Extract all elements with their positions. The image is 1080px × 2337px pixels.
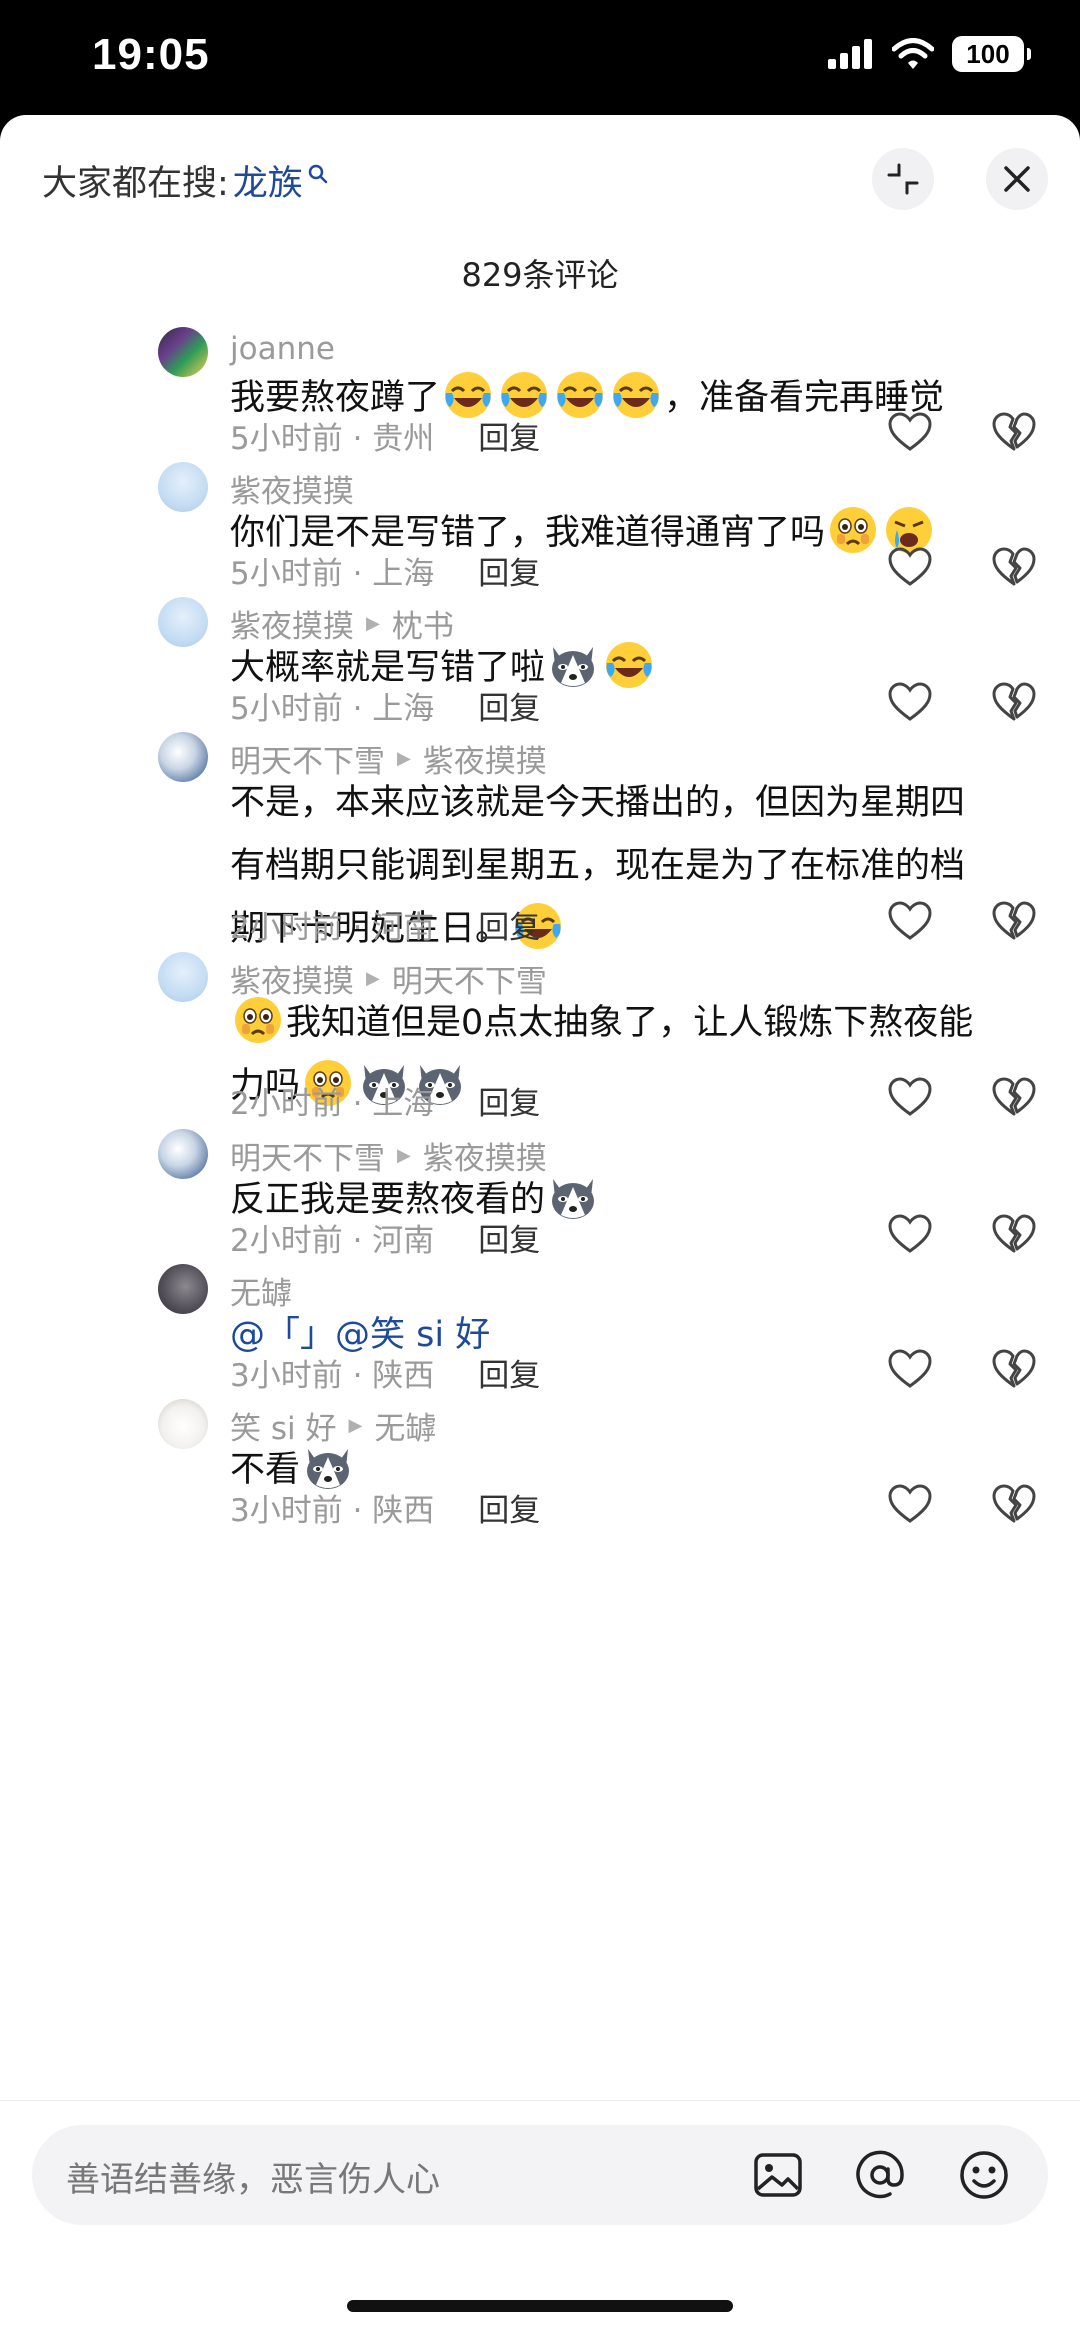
comment-time-location: 3小时前 · 陕西 [230,1358,435,1394]
broken-heart-icon[interactable] [990,1481,1038,1529]
comment-text-line: 有档期只能调到星期五，现在是为了在标准的档 [230,846,966,886]
heart-icon[interactable] [886,1481,934,1529]
broken-heart-icon[interactable] [990,679,1038,727]
reply-arrow-icon: ▶ [397,748,411,769]
comment-text-main: 你们是不是写错了，我难道得通宵了吗 [230,513,826,553]
reply-button[interactable]: 回复 [478,1078,540,1123]
comment-time-location: 5小时前 · 上海 [230,556,435,592]
comment-footer: 5小时前 · 上海 回复 [230,683,540,728]
comment-footer: 2小时前 · 河南 回复 [230,902,540,947]
close-button[interactable] [986,148,1048,210]
search-hint-prefix: 大家都在搜: [42,164,229,204]
wifi-icon [892,38,934,69]
broken-heart-icon[interactable] [990,898,1038,946]
comment-text-main: 反正我是要熬夜看的 [230,1180,546,1220]
avatar[interactable] [158,952,208,1002]
comment-footer: 2小时前 · 河南 回复 [230,1215,540,1260]
status-bar: 19:05 100 [0,0,1080,115]
comment-time-location: 2小时前 · 河南 [230,910,435,946]
avatar[interactable] [158,1264,208,1314]
sheet-header: 大家都在搜: 龙族 [0,115,1080,245]
broken-heart-icon[interactable] [990,1346,1038,1394]
reply-button[interactable]: 回复 [478,548,540,593]
heart-icon[interactable] [886,1074,934,1122]
heart-icon[interactable] [886,1211,934,1259]
reply-button[interactable]: 回复 [478,902,540,947]
battery-indicator: 100 [952,36,1031,72]
heart-icon[interactable] [886,544,934,592]
laugh-cry-emoji-icon [610,369,662,421]
search-icon [308,164,328,183]
comment-time-location: 2小时前 · 河南 [230,1223,435,1259]
comment-text-line: 不是，本来应该就是今天播出的，但因为星期四 [230,783,966,823]
comment-text-line: 我知道但是0点太抽象了，让人锻炼下熬夜能 [286,1003,974,1043]
avatar[interactable] [158,597,208,647]
avatar[interactable] [158,1399,208,1449]
reply-arrow-icon: ▶ [397,1145,411,1166]
husky-emoji-icon [547,1171,599,1223]
comments-count: 829条评论 [461,256,619,294]
reply-button[interactable]: 回复 [478,1350,540,1395]
username[interactable]: joanne [230,331,335,367]
reply-button[interactable]: 回复 [478,413,540,458]
reply-arrow-icon: ▶ [366,968,380,989]
mention-link[interactable]: @「」@笑 si 好 [230,1315,490,1355]
broken-heart-icon[interactable] [990,544,1038,592]
broken-heart-icon[interactable] [990,1074,1038,1122]
reply-arrow-icon: ▶ [348,1415,363,1436]
comment-author[interactable]: joanne [230,331,335,367]
collapse-button[interactable] [872,148,934,210]
reply-button[interactable]: 回复 [478,1215,540,1260]
avatar[interactable] [158,462,208,512]
close-icon [1004,166,1030,192]
comment-footer: 5小时前 · 贵州 回复 [230,413,540,458]
husky-emoji-icon [547,639,599,691]
comment-time-location: 5小时前 · 贵州 [230,421,435,457]
avatar[interactable] [158,1129,208,1179]
home-indicator[interactable] [347,2300,733,2312]
broken-heart-icon[interactable] [990,409,1038,457]
crying-emoji-icon [232,994,284,1046]
heart-icon[interactable] [886,898,934,946]
crying-emoji-icon [827,504,879,556]
emoji-icon[interactable] [956,2147,1012,2203]
image-icon[interactable] [750,2147,806,2203]
comment-text-main: 我要熬夜蹲了 [230,378,441,418]
laugh-cry-emoji-icon [603,639,655,691]
reply-button[interactable]: 回复 [478,683,540,728]
laugh-cry-emoji-icon [554,369,606,421]
reply-arrow-icon: ▶ [366,613,380,634]
comment-footer: 3小时前 · 陕西 回复 [230,1485,540,1530]
search-term-link[interactable]: 龙族 [233,155,303,206]
comment-text-main: 大概率就是写错了啦 [230,648,546,688]
comment-footer: 3小时前 · 陕西 回复 [230,1350,540,1395]
heart-icon[interactable] [886,409,934,457]
comment-text-line-first: 我知道但是0点太抽象了，让人锻炼下熬夜能 [230,992,1050,1055]
status-icons: 100 [828,36,1031,72]
comments-sheet: 大家都在搜: 龙族 829条评论 joanne 我要熬夜蹲了 ，准备看完再睡觉 … [0,115,1080,2337]
status-time: 19:05 [92,30,210,79]
reply-button[interactable]: 回复 [478,1485,540,1530]
comment-time-location: 3小时前 · 陕西 [230,1493,435,1529]
comment-input-placeholder[interactable]: 善语结善缘，恶言伤人心 [66,2152,440,2201]
comment-footer: 5小时前 · 上海 回复 [230,548,540,593]
avatar[interactable] [158,327,208,377]
search-suggestion[interactable]: 大家都在搜: 龙族 [42,155,329,206]
avatar[interactable] [158,732,208,782]
at-icon[interactable] [852,2147,908,2203]
signal-icon [828,39,872,69]
heart-icon[interactable] [886,679,934,727]
broken-heart-icon[interactable] [990,1211,1038,1259]
comment-footer: 2小时前 · 上海 回复 [230,1078,540,1123]
comment-time-location: 2小时前 · 上海 [230,1086,435,1122]
comment-time-location: 5小时前 · 上海 [230,691,435,727]
collapse-icon [887,163,919,195]
heart-icon[interactable] [886,1346,934,1394]
comment-text-main: 不看 [230,1450,301,1490]
